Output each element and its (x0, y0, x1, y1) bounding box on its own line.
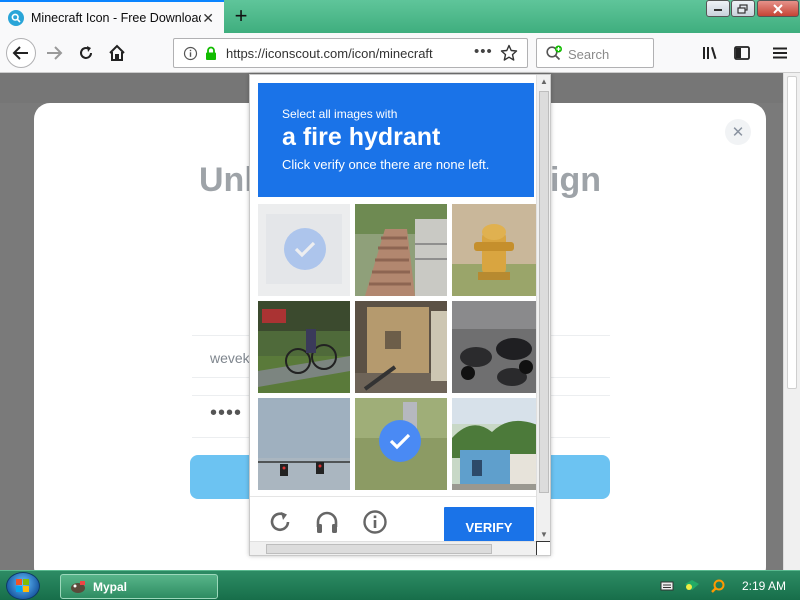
tab-close-icon[interactable]: ✕ (202, 10, 214, 27)
headphones-icon[interactable] (312, 507, 342, 537)
modal-close-icon[interactable]: ✕ (725, 119, 751, 145)
minimize-button[interactable] (706, 0, 730, 17)
captcha-footer: VERIFY (250, 496, 536, 547)
url-bar[interactable]: https://iconscout.com/icon/minecraft ••• (173, 38, 528, 68)
scroll-up-arrow-icon[interactable]: ▲ (540, 77, 548, 86)
home-icon (109, 44, 125, 61)
page-scrollbar[interactable] (783, 73, 800, 570)
reload-icon (80, 46, 92, 59)
search-placeholder: Search (568, 47, 610, 62)
tray-search-icon[interactable] (710, 578, 726, 594)
instruction-line3: Click verify once there are none left. (282, 157, 490, 172)
captcha-tile-9[interactable] (452, 398, 544, 490)
modal-heading-right: ign (550, 161, 601, 199)
captcha-instructions: Select all images with a fire hydrant Cl… (258, 83, 534, 197)
selected-check-icon (284, 228, 326, 270)
url-text[interactable]: https://iconscout.com/icon/minecraft (226, 46, 438, 61)
tab-title: Minecraft Icon - Free Download (31, 10, 201, 25)
lock-icon[interactable] (204, 46, 218, 66)
scroll-down-arrow-icon[interactable]: ▼ (540, 530, 548, 539)
browser-tab[interactable]: Minecraft Icon - Free Download ✕ (0, 0, 224, 33)
modal-heading-left: Unl (199, 161, 254, 199)
home-button[interactable] (104, 40, 130, 66)
captcha-hscroll-thumb[interactable] (266, 544, 492, 554)
network-icon[interactable] (683, 578, 701, 594)
email-value: wevek (210, 350, 250, 366)
system-tray (660, 575, 726, 597)
keyboard-icon[interactable] (660, 580, 674, 592)
captcha-horizontal-scrollbar[interactable] (250, 541, 536, 555)
navigation-toolbar: https://iconscout.com/icon/minecraft •••… (0, 33, 800, 73)
captcha-vscroll-thumb[interactable] (539, 91, 549, 493)
reload-button[interactable] (73, 40, 99, 66)
search-input[interactable]: Search (536, 38, 654, 68)
page-scrollbar-thumb[interactable] (787, 76, 797, 389)
windows-logo-icon (16, 579, 29, 592)
taskbar-app-mypal[interactable]: Mypal (60, 574, 218, 599)
instruction-line1: Select all images with (282, 107, 398, 121)
taskbar-app-label: Mypal (93, 579, 128, 594)
library-icon[interactable] (697, 40, 723, 66)
forward-arrow-icon (47, 46, 63, 60)
page-actions-icon[interactable]: ••• (474, 43, 493, 60)
site-favicon-icon (8, 9, 24, 26)
captcha-vertical-scrollbar[interactable]: ▲ ▼ (536, 75, 550, 541)
selected-check-icon (379, 420, 421, 462)
sidebar-toggle-icon[interactable] (729, 40, 755, 66)
title-bar: Minecraft Icon - Free Download ✕ + (0, 0, 800, 33)
clock: 2:19 AM (742, 579, 787, 593)
captcha-tile-5[interactable] (355, 301, 447, 393)
password-value: •••• (210, 402, 243, 424)
instruction-object: a fire hydrant (282, 123, 441, 151)
new-tab-icon[interactable]: + (230, 3, 252, 28)
bookmark-star-icon[interactable] (500, 44, 518, 67)
mypal-app-icon (71, 580, 85, 593)
captcha-challenge: Select all images with a fire hydrant Cl… (249, 74, 551, 556)
taskbar: Mypal 2:19 AM (0, 570, 800, 600)
back-arrow-icon (12, 46, 28, 60)
captcha-reload-icon[interactable] (265, 507, 295, 537)
captcha-tile-6[interactable] (452, 301, 544, 393)
captcha-tile-1[interactable] (258, 204, 350, 296)
captcha-tile-4[interactable] (258, 301, 350, 393)
captcha-tile-8[interactable] (355, 398, 447, 490)
captcha-tile-2[interactable] (355, 204, 447, 296)
restore-button[interactable] (731, 0, 755, 17)
search-engine-icon[interactable] (545, 45, 563, 66)
captcha-image-grid (258, 204, 544, 492)
captcha-tile-7[interactable] (258, 398, 350, 490)
window-close-button[interactable] (757, 0, 799, 17)
captcha-tile-3[interactable] (452, 204, 544, 296)
captcha-info-icon[interactable] (360, 507, 390, 537)
forward-button[interactable] (41, 40, 67, 66)
hamburger-menu-icon[interactable] (767, 40, 793, 66)
info-icon[interactable] (183, 46, 198, 66)
scrollbar-corner (536, 541, 550, 555)
start-button[interactable] (6, 572, 40, 600)
back-button[interactable] (6, 38, 36, 68)
